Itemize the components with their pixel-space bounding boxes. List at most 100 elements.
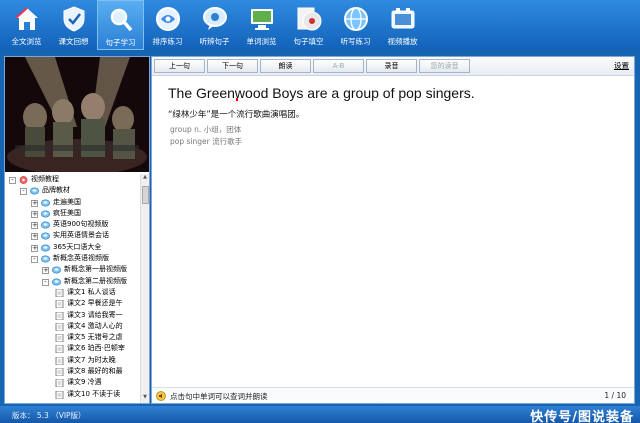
tree-item-label: 课文9 冷遇 [67,378,102,387]
tree-item-label: 课文10 不读于读 [67,389,121,398]
scroll-up-arrow[interactable]: ▲ [141,174,149,183]
version-label: 版本： 5.3 （VIP版） [12,411,86,420]
expand-toggle-icon[interactable]: + [31,199,38,207]
expand-toggle-icon[interactable]: + [31,244,38,252]
watermark-text: 快传号/图说装备 [530,410,634,423]
video-frame-image [5,57,149,172]
tree-item[interactable]: 课文10 不读于读 [5,389,149,400]
collapse-toggle-icon[interactable]: - [31,256,38,264]
root-icon [19,176,28,184]
tree-item[interactable]: + 疯狂美国 [5,208,149,219]
tree-item[interactable]: 课文1 私人谈话 [5,287,149,298]
video-preview[interactable] [5,57,149,172]
toolbar-button[interactable]: 单词浏览 [238,0,285,50]
status-hint: 点击句中单词可以查词并朗读 [170,392,268,401]
folder-icon [41,210,50,218]
toolbar-button-label: 句子学习 [105,38,136,47]
folder-icon [41,244,50,252]
tree-item[interactable]: 课文7 为时太晚 [5,355,149,366]
doc-icon [55,322,64,331]
tree-item[interactable]: 课文4 激动人心的 [5,321,149,332]
expand-toggle-icon[interactable]: + [42,267,49,275]
tree-item[interactable]: 课文9 冷遇 [5,377,149,388]
monitor-icon [250,9,273,30]
doc-icon [55,356,64,365]
tree-item[interactable]: - 品牌教材 [5,185,149,196]
chinese-translation: “绿林少年”是一个流行歌曲演唱团。 [168,110,305,120]
toolbar-button[interactable]: 视频播放 [379,0,426,50]
speaker-hint-icon [156,391,166,401]
tree-item[interactable]: +365天口语大全 [5,242,149,253]
magnifier-icon [110,8,132,32]
tree-item-label: 课文3 请给我寄一 [67,310,123,319]
tree-item-label: 走遍美国 [53,197,81,206]
collapse-toggle-icon[interactable]: - [9,177,16,184]
player-button[interactable]: 下一句 [207,59,258,73]
tree-item-label: 课文2 早餐还是午 [67,299,123,308]
toolbar-button-label: 视频播放 [387,37,418,46]
expand-toggle-icon[interactable]: + [31,210,38,218]
tree-item[interactable]: 课文2 早餐还是午 [5,298,149,309]
tree-item-label: 课文1 私人谈话 [67,287,116,296]
vocab-note: group n. 小组，团体 [170,125,242,134]
tree-item[interactable]: 课文6 珀西·巴顿宰 [5,343,149,354]
doc-icon [55,311,64,320]
expand-toggle-icon[interactable]: + [31,233,38,241]
tree-item-label: 课文6 珀西·巴顿宰 [67,344,125,353]
folder-icon [30,187,39,195]
lesson-tree: - 视频教程 - 品牌教材 + 走遍美国 + 疯狂美国 + 英语900句视频版 + 实用英语情景会话 +… [5,174,149,403]
player-button[interactable]: 朗读 [260,59,311,73]
tree-item[interactable]: - 新概念第二册视频版 [5,276,149,287]
scroll-down-arrow[interactable]: ▼ [141,394,149,403]
player-button[interactable]: 上一句 [154,59,205,73]
tree-item[interactable]: 课文3 请给我寄一 [5,310,149,321]
text-cursor [236,98,238,101]
doc-icon [55,334,64,343]
toolbar-button[interactable]: 排序练习 [144,0,191,50]
app-status-bar: 版本： 5.3 （VIP版） 快传号/图说装备 [0,406,640,423]
player-button[interactable]: 您的读音 [419,59,470,73]
doc-icon [55,368,64,377]
tree-item-label: 课文4 激动人心的 [67,321,123,330]
tree-item[interactable]: 课文5 无错号之虐 [5,332,149,343]
collapse-toggle-icon[interactable]: - [42,278,49,286]
tree-item[interactable]: + 英语900句视频版 [5,219,149,230]
doc-icon [55,345,64,354]
toolbar-button[interactable]: 课文回想 [50,0,97,50]
study-panel: 设置 上一句 下一句 朗读 A-B 录音 您的读音 The Greenwood Boys … [151,56,635,404]
tree-item[interactable]: + 走遍美国 [5,197,149,208]
tree-item[interactable]: 课文8 最好的和最 [5,366,149,377]
doc-icon [55,379,64,388]
toolbar-button[interactable]: 句子填空 [285,0,332,50]
tree-item-label: 新概念英语视频版 [53,254,109,263]
player-button[interactable]: 录音 [366,59,417,73]
home-icon [14,7,38,30]
expand-toggle-icon[interactable]: + [31,222,38,230]
tree-scrollbar[interactable]: ▲ ▼ [140,174,149,403]
folder-icon [52,278,61,286]
scroll-thumb[interactable] [142,186,149,204]
sentence-counter: 1 / 10 [604,391,626,400]
tree-item-label: 品牌教材 [42,186,70,195]
tree-item-label: 365天口语大全 [53,242,102,251]
tree-item[interactable]: - 视频教程 [5,174,149,185]
toolbar-button-label: 句子填空 [293,37,324,46]
doc-icon [55,300,64,309]
tree-item[interactable]: + 实用英语情景会话 [5,230,149,241]
toolbar-button[interactable]: 听写练习 [332,0,379,50]
toolbar-button[interactable]: 全文浏览 [3,0,50,50]
toolbar-button[interactable]: 句子学习 [97,0,144,50]
settings-link[interactable]: 设置 [614,60,629,71]
tree-item-label: 视频教程 [31,175,59,183]
tree-item-label: 疯狂美国 [53,208,81,217]
toolbar-button[interactable]: 听辨句子 [191,0,238,50]
tree-item[interactable]: - 新概念英语视频版 [5,253,149,264]
tree-item-label: 新概念第二册视频版 [64,276,127,285]
player-button[interactable]: A-B [313,59,364,73]
main-toolbar: 全文浏览 课文回想 句子学习 排序练习 听辨句子 单词浏览 句子填空 听写练习 视频播放 [0,0,640,50]
english-sentence[interactable]: The Greenwood Boys are a group of pop si… [168,85,475,101]
collapse-toggle-icon[interactable]: - [20,188,27,196]
speech-bubble-icon [202,7,227,30]
tree-item[interactable]: + 新概念第一册视频版 [5,264,149,275]
toolbar-button-label: 全文浏览 [11,37,42,46]
